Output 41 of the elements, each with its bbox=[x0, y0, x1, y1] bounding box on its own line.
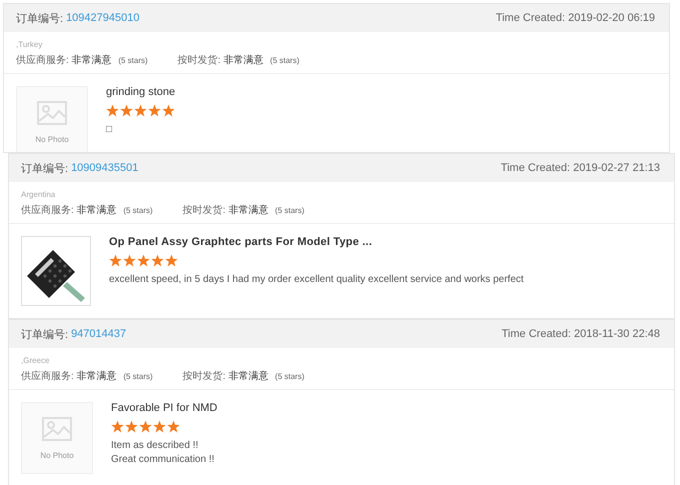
image-icon bbox=[37, 100, 67, 124]
star-icon bbox=[111, 420, 124, 433]
order-number-label: 订单编号: bbox=[21, 328, 68, 342]
star-icon bbox=[139, 420, 152, 433]
star-icon bbox=[120, 104, 133, 117]
buyer-location: Argentina bbox=[21, 190, 56, 199]
image-icon bbox=[42, 416, 72, 440]
product-title[interactable]: grinding stone bbox=[106, 86, 176, 98]
review-text: excellent speed, in 5 days I had my order excellent quality excellent service and works perfect bbox=[109, 273, 524, 286]
time-created: Time Created: 2019-02-20 06:19 bbox=[496, 12, 655, 24]
time-created: Time Created: 2018-11-30 22:48 bbox=[502, 328, 660, 340]
buyer-location: ,Greece bbox=[21, 356, 50, 365]
review-text: □ bbox=[106, 123, 114, 136]
star-icon bbox=[151, 254, 164, 267]
rating-text: 供应商服务: 非常满意 (5 stars) bbox=[21, 370, 153, 383]
product-title[interactable]: Op Panel Assy Graphtec parts For Model Type ... bbox=[109, 236, 524, 248]
star-icon bbox=[123, 254, 136, 267]
product-photo[interactable] bbox=[21, 236, 91, 306]
no-photo-text: No Photo bbox=[35, 134, 69, 144]
star-icon bbox=[162, 104, 175, 117]
star-icon bbox=[148, 104, 161, 117]
no-photo-text: No Photo bbox=[40, 450, 74, 460]
order-number-label: 订单编号: bbox=[16, 12, 64, 26]
star-icon bbox=[165, 254, 178, 267]
time-created: Time Created: 2019-02-27 21:13 bbox=[500, 162, 660, 174]
star-icon bbox=[125, 420, 138, 433]
rating-text: 供应商服务: 非常满意 (5 stars) bbox=[16, 54, 148, 67]
order-number-label: 订单编号: bbox=[21, 162, 68, 176]
star-icon bbox=[109, 254, 122, 267]
star-icon bbox=[153, 420, 166, 433]
star-icon bbox=[167, 420, 180, 433]
buyer-location: ,Turkey bbox=[16, 40, 44, 49]
rating-text: 按时发货: 非常满意 (5 stars) bbox=[182, 204, 304, 217]
review-text: Item as described !! Great communication !! bbox=[111, 439, 216, 466]
star-icon bbox=[106, 104, 119, 117]
rating-text: 按时发货: 非常满意 (5 stars) bbox=[178, 54, 300, 67]
rating-text: 按时发货: 非常满意 (5 stars) bbox=[182, 370, 304, 383]
star-icon bbox=[137, 254, 150, 267]
star-icon bbox=[134, 104, 147, 117]
product-title[interactable]: Favorable PI for NMD bbox=[111, 402, 218, 414]
rating-text: 供应商服务: 非常满意 (5 stars) bbox=[21, 204, 153, 217]
